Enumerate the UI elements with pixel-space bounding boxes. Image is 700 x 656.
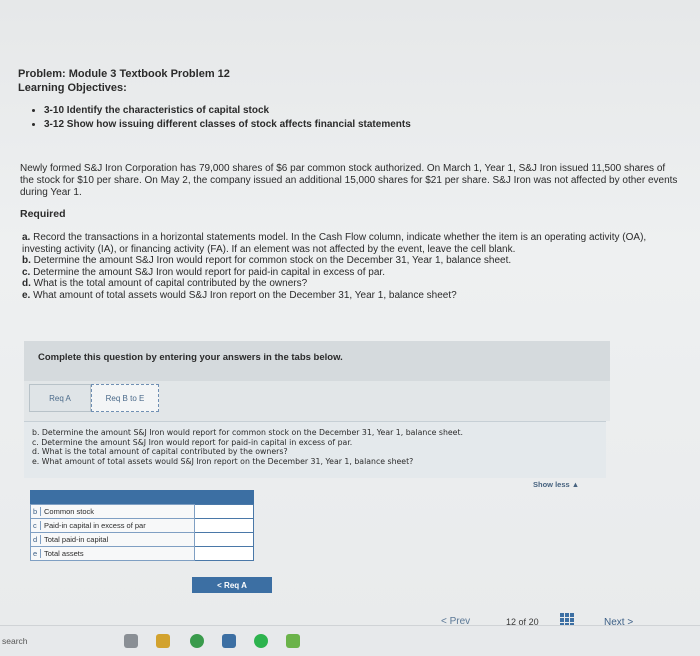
question-text: b. Determine the amount S&J Iron would r… [32, 428, 592, 466]
requirement-item: a. Record the transactions in a horizont… [22, 232, 647, 255]
table-row: d Total paid-in capital [30, 532, 254, 547]
panel-instruction: Complete this question by entering your … [38, 352, 343, 363]
paid-in-capital-excess-input[interactable] [197, 520, 251, 531]
requirement-item: e. What amount of total assets would S&J… [22, 289, 457, 301]
total-assets-input[interactable] [197, 548, 251, 559]
objectives-list: 3-10 Identify the characteristics of cap… [30, 104, 411, 132]
row-key: e [33, 549, 41, 558]
row-label: Paid-in capital in excess of par [44, 521, 146, 530]
objective-item: 3-12 Show how issuing different classes … [44, 118, 411, 132]
chrome-icon[interactable] [190, 634, 204, 648]
spotify-icon[interactable] [254, 634, 268, 648]
tab-req-b-to-e[interactable]: Req B to E [91, 384, 159, 412]
tab-req-a[interactable]: Req A [29, 384, 91, 412]
problem-title: Problem: Module 3 Textbook Problem 12 [18, 68, 230, 80]
requirement-item: c. Determine the amount S&J Iron would r… [22, 266, 385, 278]
row-label: Common stock [44, 507, 95, 516]
objectives-heading: Learning Objectives: [18, 82, 127, 94]
question-e: e. What amount of total assets would S&J… [32, 456, 414, 466]
answer-table-header [30, 490, 254, 504]
row-key: c [33, 521, 41, 530]
row-key: b [33, 507, 41, 516]
question-d: d. What is the total amount of capital c… [32, 447, 288, 456]
answer-table: b Common stock c Paid-in capital in excess… [30, 504, 254, 561]
show-less-button[interactable]: Show less ▲ [533, 480, 579, 489]
total-paid-in-capital-input[interactable] [197, 534, 251, 545]
common-stock-input[interactable] [197, 506, 251, 517]
row-label: Total assets [44, 549, 84, 558]
problem-header: Problem: Module 3 Textbook Problem 12 Le… [18, 67, 230, 95]
green-app-icon[interactable] [286, 634, 300, 648]
row-key: d [33, 535, 41, 544]
question-c: c. Determine the amount S&J Iron would r… [32, 437, 353, 447]
required-heading: Required [20, 208, 66, 220]
taskbar [0, 625, 700, 656]
row-label: Total paid-in capital [44, 535, 109, 544]
task-view-icon[interactable] [124, 634, 138, 648]
objective-item: 3-10 Identify the characteristics of cap… [44, 104, 411, 118]
back-to-req-a-button[interactable]: < Req A [192, 577, 272, 593]
requirements-list: a. Record the transactions in a horizont… [22, 232, 672, 301]
question-b: b. Determine the amount S&J Iron would r… [32, 428, 464, 437]
table-row: b Common stock [30, 504, 254, 519]
app-icon[interactable] [222, 634, 236, 648]
taskbar-search[interactable]: search [2, 636, 28, 646]
requirement-item: b. Determine the amount S&J Iron would r… [22, 255, 512, 266]
table-row: e Total assets [30, 546, 254, 561]
requirement-item: d. What is the total amount of capital c… [22, 278, 308, 289]
table-row: c Paid-in capital in excess of par [30, 518, 254, 533]
file-explorer-icon[interactable] [156, 634, 170, 648]
problem-intro: Newly formed S&J Iron Corporation has 79… [20, 163, 678, 198]
